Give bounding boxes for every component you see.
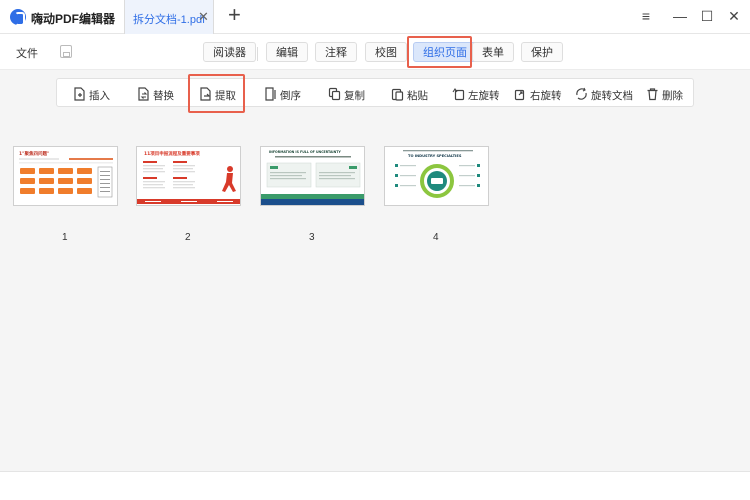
page-3-heading: INFORMATION IS FULL OF UNCERTAINTY	[269, 150, 341, 154]
page-number-4: 4	[433, 232, 439, 243]
menu-divider	[257, 47, 258, 61]
page-3-preview: INFORMATION IS FULL OF UNCERTAINTY	[261, 147, 364, 205]
organize-toolbar: 插入 替换 提取 倒序 复制 粘贴 左旋转 右旋转 旋转文档 删除	[56, 78, 694, 107]
app-logo-icon	[10, 9, 26, 26]
highlight-extract	[188, 74, 245, 113]
new-tab-plus-icon[interactable]: +	[228, 3, 241, 27]
page-1-preview: 1"聚焦四问题"	[14, 147, 117, 205]
page-thumbnail-2[interactable]: 11项目申报流程及重要事项	[136, 146, 241, 206]
reverse-order-label: 倒序	[280, 90, 301, 102]
rotate-document-icon	[576, 87, 587, 100]
rotate-left-icon	[452, 88, 465, 101]
replace-page-icon	[138, 87, 149, 101]
highlight-organize-pages	[407, 36, 472, 68]
document-tab[interactable]: 拆分文档-1.pdf ✕	[124, 0, 214, 34]
status-bar	[0, 471, 750, 500]
page-4-preview: TO INDUSTRY SPECIALTIES	[385, 147, 488, 205]
page-thumbnail-4[interactable]: TO INDUSTRY SPECIALTIES	[384, 146, 489, 206]
rotate-document-label: 旋转文档	[591, 90, 633, 102]
rotate-right-icon	[514, 89, 525, 101]
tab-edit[interactable]: 编辑	[266, 42, 308, 62]
page-4-heading: TO INDUSTRY SPECIALTIES	[408, 154, 462, 158]
tab-protect[interactable]: 保护	[521, 42, 563, 62]
app-title: 嗨动PDF编辑器	[31, 12, 116, 26]
tab-reader[interactable]: 阅读器	[203, 42, 256, 62]
page-number-1: 1	[62, 232, 68, 243]
close-window-icon[interactable]: ✕	[724, 8, 744, 25]
tab-annotate[interactable]: 注释	[315, 42, 357, 62]
menu-hamburger-icon[interactable]: ≡	[636, 8, 656, 24]
toolbar-area: 插入 替换 提取 倒序 复制 粘贴 左旋转 右旋转 旋转文档 删除	[0, 70, 750, 114]
document-tab-label: 拆分文档-1.pdf	[133, 14, 206, 26]
delete-label: 删除	[662, 90, 683, 102]
copy-icon	[328, 87, 341, 101]
page-grid: 1"聚焦四问题" 1 11项目申报流程及重要事项 2 INFORMATION I…	[0, 114, 750, 471]
trash-icon	[647, 88, 658, 101]
tab-proofread[interactable]: 校图	[365, 42, 407, 62]
file-menu[interactable]: 文件	[16, 45, 38, 61]
menu-bar: 文件 阅读器 编辑 注释 校图 组织页面 表单 保护	[0, 34, 750, 70]
replace-label: 替换	[153, 90, 174, 102]
insert-page-icon	[74, 87, 85, 101]
rotate-left-label: 左旋转	[468, 90, 500, 102]
tab-forms[interactable]: 表单	[472, 42, 514, 62]
title-bar: 嗨动PDF编辑器 拆分文档-1.pdf ✕ + ≡ — ☐ ✕	[0, 0, 750, 34]
rotate-right-label: 右旋转	[530, 90, 562, 102]
save-icon[interactable]	[60, 45, 72, 58]
page-thumbnail-3[interactable]: INFORMATION IS FULL OF UNCERTAINTY	[260, 146, 365, 206]
page-thumbnail-1[interactable]: 1"聚焦四问题"	[13, 146, 118, 206]
page-2-preview: 11项目申报流程及重要事项	[137, 147, 240, 205]
page-2-heading: 11项目申报流程及重要事项	[144, 150, 200, 157]
insert-label: 插入	[89, 90, 110, 102]
copy-label: 复制	[344, 90, 365, 102]
page-number-2: 2	[185, 232, 191, 243]
minimize-icon[interactable]: —	[670, 8, 690, 24]
maximize-icon[interactable]: ☐	[697, 8, 717, 25]
page-1-heading: 1"聚焦四问题"	[19, 150, 49, 157]
paste-label: 粘贴	[407, 90, 428, 102]
page-number-3: 3	[309, 232, 315, 243]
reverse-order-icon	[265, 87, 276, 101]
close-tab-icon[interactable]: ✕	[198, 9, 209, 25]
paste-icon	[391, 88, 404, 101]
